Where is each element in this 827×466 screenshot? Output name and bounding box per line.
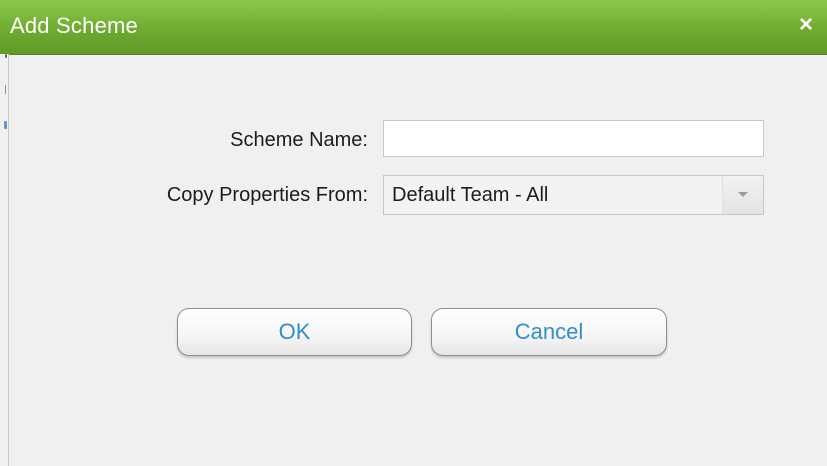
ok-button[interactable]: OK: [177, 308, 412, 356]
scheme-name-label: Scheme Name:: [230, 129, 368, 151]
close-icon[interactable]: ×: [794, 13, 818, 37]
dropdown-button[interactable]: [722, 176, 763, 214]
edge-mark: [5, 54, 7, 58]
scheme-name-input[interactable]: [383, 120, 764, 157]
copy-properties-selected-value: Default Team - All: [392, 184, 549, 206]
add-scheme-dialog: Add Scheme × Scheme Name: Copy Propertie…: [0, 0, 827, 466]
dialog-titlebar: Add Scheme ×: [0, 0, 827, 55]
copy-properties-label: Copy Properties From:: [166, 184, 368, 206]
edge-mark: [4, 121, 7, 129]
window-left-edge: [0, 54, 9, 466]
chevron-down-icon: [738, 192, 748, 197]
edge-mark: [5, 85, 6, 94]
copy-properties-select[interactable]: Default Team - All: [383, 175, 764, 215]
cancel-button[interactable]: Cancel: [431, 308, 667, 356]
dialog-title: Add Scheme: [10, 13, 138, 38]
